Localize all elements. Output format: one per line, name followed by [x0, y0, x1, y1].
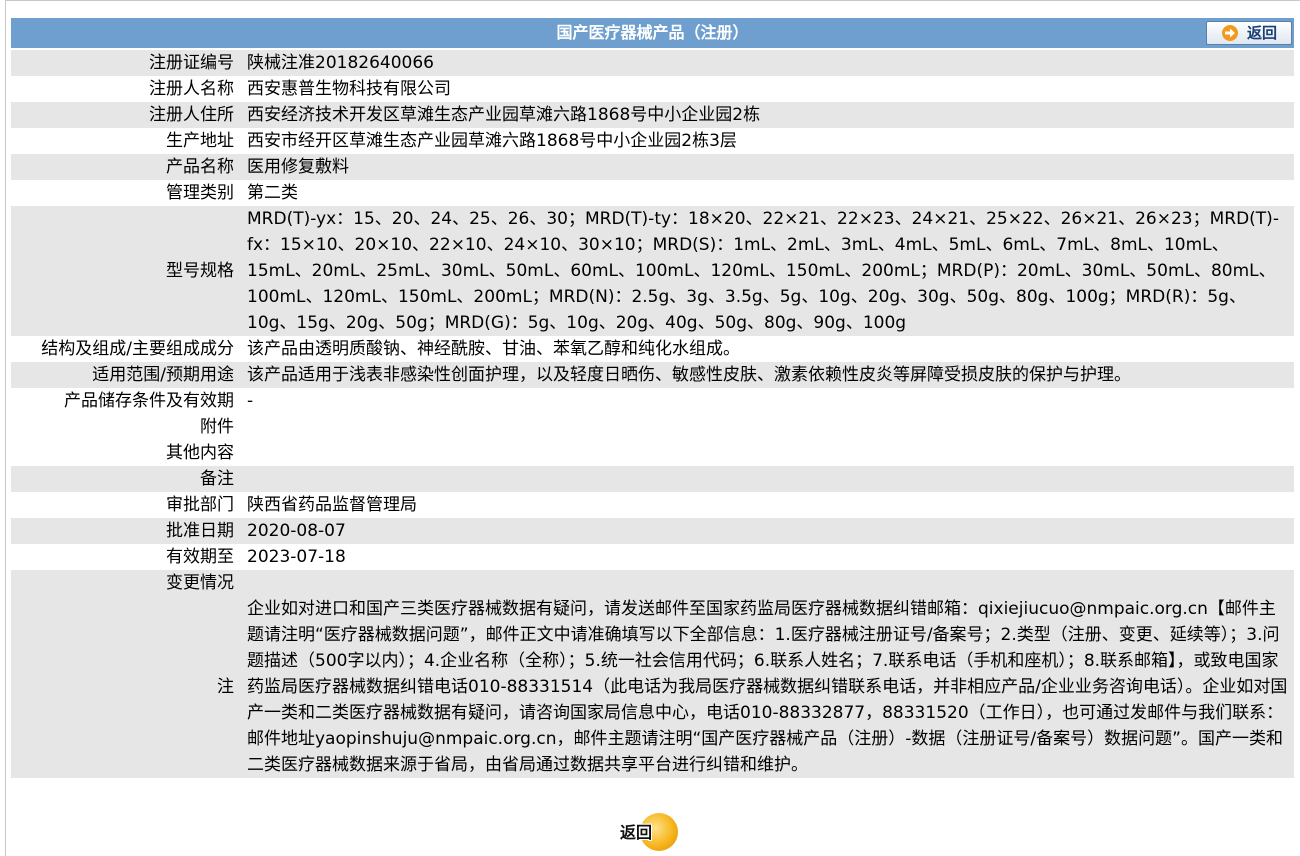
field-value: 西安惠普生物科技有限公司	[243, 76, 1294, 102]
field-value	[243, 466, 1294, 492]
field-label: 注册人住所	[11, 102, 243, 128]
field-value: 西安市经开区草滩生态产业园草滩六路1868号中小企业园2栋3层	[243, 128, 1294, 154]
row-product-name: 产品名称 医用修复敷料	[11, 154, 1294, 180]
field-value: 西安经济技术开发区草滩生态产业园草滩六路1868号中小企业园2栋	[243, 102, 1294, 128]
field-value: 2023-07-18	[243, 544, 1294, 570]
field-label: 注册人名称	[11, 76, 243, 102]
row-changes: 变更情况	[11, 570, 1294, 596]
field-label: 备注	[11, 466, 243, 492]
field-label: 注册证编号	[11, 50, 243, 76]
field-value: 医用修复敷料	[243, 154, 1294, 180]
field-value: 2020-08-07	[243, 518, 1294, 544]
field-value	[243, 414, 1294, 440]
field-value: -	[243, 388, 1294, 414]
row-valid-until: 有效期至 2023-07-18	[11, 544, 1294, 570]
arrow-right-icon	[1221, 24, 1239, 42]
field-value: 该产品由透明质酸钠、神经酰胺、甘油、苯氧乙醇和纯化水组成。	[243, 336, 1294, 362]
field-label: 产品名称	[11, 154, 243, 180]
field-value	[243, 440, 1294, 466]
field-label: 审批部门	[11, 492, 243, 518]
row-intended-use: 适用范围/预期用途 该产品适用于浅表非感染性创面护理，以及轻度日晒伤、敏感性皮肤…	[11, 362, 1294, 388]
field-label: 管理类别	[11, 180, 243, 206]
field-label: 其他内容	[11, 440, 243, 466]
field-value: MRD(T)-yx：15、20、24、25、26、30；MRD(T)-ty：18…	[243, 206, 1294, 336]
footer-back-label: 返回	[620, 823, 653, 842]
field-label: 有效期至	[11, 544, 243, 570]
field-label: 批准日期	[11, 518, 243, 544]
field-value: 陕械注准20182640066	[243, 50, 1294, 76]
row-attachment: 附件	[11, 414, 1294, 440]
field-label: 产品储存条件及有效期	[11, 388, 243, 414]
field-value: 陕西省药品监督管理局	[243, 492, 1294, 518]
field-label: 变更情况	[11, 570, 243, 596]
header-back-label: 返回	[1246, 24, 1277, 42]
row-storage: 产品储存条件及有效期 -	[11, 388, 1294, 414]
field-value: 该产品适用于浅表非感染性创面护理，以及轻度日晒伤、敏感性皮肤、激素依赖性皮炎等屏…	[243, 362, 1294, 388]
row-approval-date: 批准日期 2020-08-07	[11, 518, 1294, 544]
field-label: 附件	[11, 414, 243, 440]
detail-table: 注册证编号 陕械注准20182640066 注册人名称 西安惠普生物科技有限公司…	[11, 48, 1294, 778]
field-label: 型号规格	[11, 206, 243, 336]
field-value: 第二类	[243, 180, 1294, 206]
field-label: 结构及组成/主要组成成分	[11, 336, 243, 362]
row-registrant-address: 注册人住所 西安经济技术开发区草滩生态产业园草滩六路1868号中小企业园2栋	[11, 102, 1294, 128]
left-border	[5, 0, 6, 856]
row-category: 管理类别 第二类	[11, 180, 1294, 206]
row-remarks: 备注	[11, 466, 1294, 492]
detail-panel: 国产医疗器械产品（注册） 返回 注册证编号 陕械注准20182640066 注册…	[11, 18, 1294, 778]
row-production-address: 生产地址 西安市经开区草滩生态产业园草滩六路1868号中小企业园2栋3层	[11, 128, 1294, 154]
footer-back-button[interactable]: 返回	[618, 811, 688, 851]
field-label: 注	[11, 596, 243, 778]
row-note: 注 企业如对进口和国产三类医疗器械数据有疑问，请发送邮件至国家药监局医疗器械数据…	[11, 596, 1294, 778]
header-back-button[interactable]: 返回	[1206, 21, 1292, 45]
row-reg-no: 注册证编号 陕械注准20182640066	[11, 50, 1294, 76]
top-border	[5, 0, 1300, 1]
field-value	[243, 570, 1294, 596]
row-composition: 结构及组成/主要组成成分 该产品由透明质酸钠、神经酰胺、甘油、苯氧乙醇和纯化水组…	[11, 336, 1294, 362]
row-model-spec: 型号规格 MRD(T)-yx：15、20、24、25、26、30；MRD(T)-…	[11, 206, 1294, 336]
field-label: 生产地址	[11, 128, 243, 154]
field-label: 适用范围/预期用途	[11, 362, 243, 388]
panel-header: 国产医疗器械产品（注册） 返回	[11, 18, 1294, 48]
row-registrant: 注册人名称 西安惠普生物科技有限公司	[11, 76, 1294, 102]
row-other: 其他内容	[11, 440, 1294, 466]
row-approval-dept: 审批部门 陕西省药品监督管理局	[11, 492, 1294, 518]
field-value: 企业如对进口和国产三类医疗器械数据有疑问，请发送邮件至国家药监局医疗器械数据纠错…	[243, 596, 1294, 778]
page-title: 国产医疗器械产品（注册）	[556, 23, 749, 42]
